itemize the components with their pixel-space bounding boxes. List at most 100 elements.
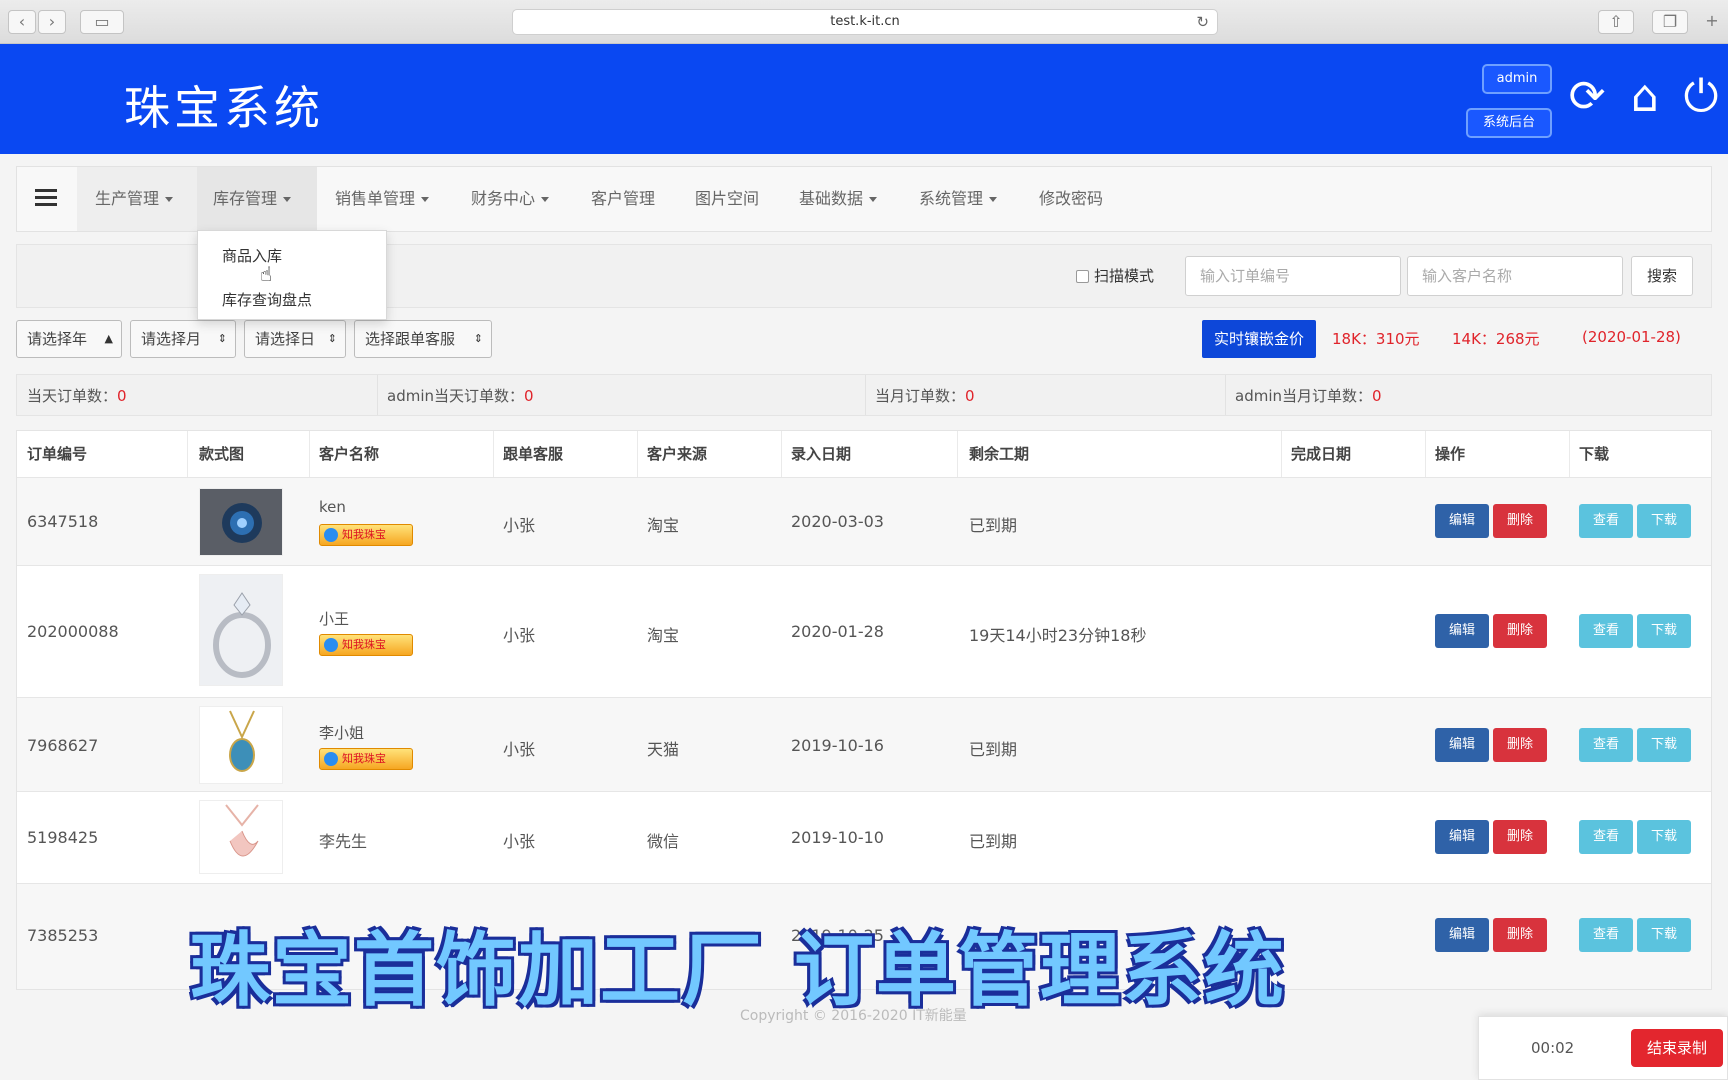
edit-button[interactable]: 编辑 <box>1435 918 1489 952</box>
order-number: 7385253 <box>27 926 99 945</box>
nav-sales[interactable]: 销售单管理 <box>335 167 430 231</box>
divider <box>377 375 378 415</box>
view-button[interactable]: 查看 <box>1579 728 1633 762</box>
admin-month-orders: admin当月订单数：0 <box>1235 387 1382 405</box>
power-icon[interactable]: ⏻ <box>1676 72 1726 122</box>
gold-price-button[interactable]: 实时镶嵌金价 <box>1202 320 1316 358</box>
caret-down-icon <box>165 197 174 202</box>
view-button[interactable]: 查看 <box>1579 614 1633 648</box>
ring-image[interactable] <box>199 574 283 686</box>
swan-necklace-image[interactable] <box>199 800 283 874</box>
caret-down-icon <box>541 197 550 202</box>
nav-finance[interactable]: 财务中心 <box>471 167 550 231</box>
col-service: 跟单客服 <box>503 445 564 463</box>
menu-item-stock-query[interactable]: 库存查询盘点 <box>222 289 312 310</box>
col-source: 客户来源 <box>647 445 708 463</box>
video-caption: 珠宝首饰加工厂 订单管理系统 <box>190 924 1286 1017</box>
sidebar-toggle-icon[interactable]: ▭ <box>80 10 124 34</box>
order-stats: 当天订单数：0 admin当天订单数：0 当月订单数：0 admin当月订单数：… <box>16 374 1712 416</box>
download-button[interactable]: 下载 <box>1637 918 1691 952</box>
tabs-icon[interactable]: ❐ <box>1652 10 1688 34</box>
table-row: 7968627 李小姐 知我珠宝 小张 天猫 2019-10-16 已到期 编辑… <box>17 697 1711 791</box>
caret-down-icon <box>989 197 998 202</box>
edit-button[interactable]: 编辑 <box>1435 614 1489 648</box>
delete-button[interactable]: 删除 <box>1493 614 1547 648</box>
table-row: 202000088 小王 知我珠宝 小张 淘宝 2020-01-28 19天14… <box>17 565 1711 697</box>
caret-down-icon <box>283 197 292 202</box>
col-customer: 客户名称 <box>319 445 380 463</box>
month-orders: 当月订单数：0 <box>875 387 975 405</box>
col-remaining: 剩余工期 <box>969 445 1030 463</box>
download-button[interactable]: 下载 <box>1637 820 1691 854</box>
order-number-input[interactable]: 输入订单编号 <box>1185 256 1401 296</box>
app-title: 珠宝系统 <box>124 81 324 135</box>
customer-name: 李先生 <box>319 832 368 851</box>
col-order-number: 订单编号 <box>27 445 88 463</box>
remaining-time: 已到期 <box>969 516 1018 535</box>
year-select[interactable]: 请选择年 ▲ <box>16 320 122 358</box>
recording-widget: 00:02 结束录制 <box>1478 1016 1728 1080</box>
remaining-time: 19天14小时23分钟18秒 <box>969 626 1147 645</box>
pendant-image[interactable] <box>199 706 283 784</box>
scan-mode-label: 扫描模式 <box>1094 267 1155 285</box>
filter-bar: 请选择年 ▲ 请选择月 ⇕ 请选择日 ⇕ 选择跟单客服 ⇕ 实时镶嵌金价 18K：310… <box>16 314 1712 364</box>
new-tab-icon[interactable]: + <box>1700 10 1724 34</box>
nav-production[interactable]: 生产管理 <box>77 167 197 231</box>
month-select[interactable]: 请选择月 ⇕ <box>130 320 236 358</box>
customer-name-input[interactable]: 输入客户名称 <box>1407 256 1623 296</box>
nav-change-password[interactable]: 修改密码 <box>1039 167 1103 231</box>
home-icon[interactable]: ⌂ <box>1620 72 1670 122</box>
download-button[interactable]: 下载 <box>1637 504 1691 538</box>
reload-icon[interactable]: ↻ <box>1196 10 1209 34</box>
customer-source: 微信 <box>647 832 680 851</box>
system-backend-button[interactable]: 系统后台 <box>1466 108 1552 138</box>
edit-button[interactable]: 编辑 <box>1435 504 1489 538</box>
nav-system[interactable]: 系统管理 <box>919 167 998 231</box>
customer-badge: 知我珠宝 <box>319 748 413 770</box>
order-number: 202000088 <box>27 622 119 641</box>
entry-date: 2020-03-03 <box>791 512 884 531</box>
edit-button[interactable]: 编辑 <box>1435 728 1489 762</box>
main-navbar: 生产管理 库存管理 销售单管理 财务中心 客户管理 图片空间 基础数据 系统管理… <box>16 166 1712 232</box>
entry-date: 2019-10-16 <box>791 736 884 755</box>
nav-base-data[interactable]: 基础数据 <box>799 167 878 231</box>
order-number: 7968627 <box>27 736 99 755</box>
nav-image-space[interactable]: 图片空间 <box>695 167 759 231</box>
download-button[interactable]: 下载 <box>1637 728 1691 762</box>
table-row: 6347518 ken 知我珠宝 小张 淘宝 2020-03-03 已到期 编辑… <box>17 477 1711 565</box>
scan-mode-checkbox[interactable] <box>1076 270 1089 283</box>
updown-icon: ⇕ <box>217 332 227 345</box>
customer-source: 淘宝 <box>647 626 680 645</box>
view-button[interactable]: 查看 <box>1579 918 1633 952</box>
caret-down-icon <box>869 197 878 202</box>
delete-button[interactable]: 删除 <box>1493 820 1547 854</box>
stop-recording-button[interactable]: 结束录制 <box>1631 1029 1723 1067</box>
ring-image[interactable] <box>199 488 283 556</box>
customer-source: 天猫 <box>647 740 680 759</box>
view-button[interactable]: 查看 <box>1579 504 1633 538</box>
service-name: 小张 <box>503 516 536 535</box>
divider <box>1225 375 1226 415</box>
nav-inventory[interactable]: 库存管理 <box>197 167 317 231</box>
delete-button[interactable]: 删除 <box>1493 728 1547 762</box>
menu-list-icon[interactable] <box>35 189 57 209</box>
address-bar[interactable]: test.k-it.cn ↻ <box>512 9 1218 35</box>
forward-icon[interactable]: › <box>38 10 66 34</box>
refresh-icon[interactable]: ⟳ <box>1562 72 1612 122</box>
delete-button[interactable]: 删除 <box>1493 918 1547 952</box>
share-icon[interactable]: ⇧ <box>1598 10 1634 34</box>
menu-item-stock-in[interactable]: 商品入库 <box>222 245 282 266</box>
gold-price-18k: 18K：310元 <box>1332 330 1420 348</box>
nav-customers[interactable]: 客户管理 <box>591 167 655 231</box>
view-button[interactable]: 查看 <box>1579 820 1633 854</box>
gold-price-date: (2020-01-28) <box>1582 328 1681 346</box>
admin-button[interactable]: admin <box>1482 64 1552 94</box>
delete-button[interactable]: 删除 <box>1493 504 1547 538</box>
search-button[interactable]: 搜索 <box>1631 256 1693 296</box>
edit-button[interactable]: 编辑 <box>1435 820 1489 854</box>
day-select[interactable]: 请选择日 ⇕ <box>244 320 346 358</box>
customer-name: 小王 <box>319 610 350 628</box>
download-button[interactable]: 下载 <box>1637 614 1691 648</box>
service-select[interactable]: 选择跟单客服 ⇕ <box>354 320 492 358</box>
back-icon[interactable]: ‹ <box>8 10 36 34</box>
